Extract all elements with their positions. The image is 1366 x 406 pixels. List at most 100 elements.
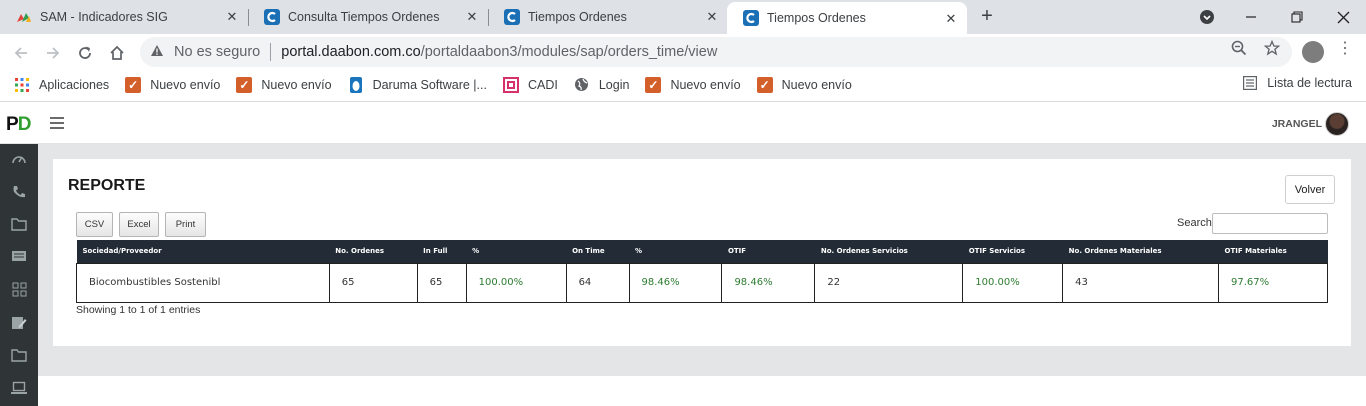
column-header[interactable]: OTIF bbox=[721, 240, 815, 263]
page-title: REPORTE bbox=[68, 177, 146, 194]
c-app-icon bbox=[743, 10, 759, 26]
table-cell: 100.00% bbox=[962, 262, 1064, 303]
globe-icon bbox=[574, 77, 590, 93]
apps-grid-icon bbox=[14, 77, 30, 93]
search-input[interactable] bbox=[1212, 213, 1328, 234]
table-row: Biocombustibles Sostenibl 65 65 100.00% … bbox=[76, 262, 1328, 303]
user-avatar[interactable] bbox=[1325, 112, 1349, 136]
daruma-icon bbox=[348, 76, 364, 93]
tab-title: Consulta Tiempos Ordenes bbox=[288, 10, 440, 24]
profile-avatar-icon[interactable] bbox=[1302, 41, 1324, 63]
restore-icon[interactable] bbox=[1274, 0, 1320, 34]
close-tab-icon[interactable]: ✕ bbox=[943, 11, 959, 27]
security-status[interactable]: No es seguro bbox=[174, 44, 260, 60]
column-header[interactable]: On Time bbox=[566, 240, 630, 263]
bookmark-item[interactable]: ✓ Nuevo envío bbox=[756, 76, 852, 93]
checkbox-icon: ✓ bbox=[125, 76, 142, 93]
column-header[interactable]: OTIF Materiales bbox=[1218, 240, 1328, 263]
table-cell: 98.46% bbox=[721, 262, 816, 303]
table-info: Showing 1 to 1 of 1 entries bbox=[76, 304, 201, 316]
bookmark-item[interactable]: ✓ Nuevo envío bbox=[645, 76, 741, 93]
bookmark-label: CADI bbox=[527, 77, 558, 92]
page-footer-area bbox=[38, 376, 1366, 406]
c-app-icon bbox=[504, 9, 520, 25]
column-header[interactable]: % bbox=[466, 240, 567, 263]
column-header[interactable]: % bbox=[629, 240, 722, 263]
folder-icon[interactable] bbox=[10, 217, 28, 235]
bookmark-label: Nuevo envío bbox=[150, 77, 221, 92]
browser-tab[interactable]: Consulta Tiempos Ordenes ✕ bbox=[248, 0, 489, 34]
search-label: Search: bbox=[1177, 217, 1215, 229]
hamburger-menu-icon[interactable] bbox=[50, 117, 64, 129]
column-header[interactable]: Sociedad/Proveedor bbox=[76, 240, 330, 263]
table-cell: 65 bbox=[328, 262, 418, 303]
warning-icon bbox=[150, 44, 166, 60]
reading-list-button[interactable]: Lista de lectura bbox=[1243, 76, 1352, 90]
table-cell: 100.00% bbox=[465, 262, 567, 303]
column-header[interactable]: No. Ordenes Materiales bbox=[1062, 240, 1219, 263]
home-icon[interactable] bbox=[104, 40, 130, 66]
bookmark-item[interactable]: ✓ Nuevo envío bbox=[236, 76, 332, 93]
table-cell: 97.67% bbox=[1218, 262, 1328, 303]
bookmark-label: Nuevo envío bbox=[781, 77, 852, 92]
tab-search-icon[interactable] bbox=[1184, 0, 1230, 34]
column-header[interactable]: OTIF Servicios bbox=[962, 240, 1063, 263]
back-button[interactable]: Volver bbox=[1285, 175, 1335, 204]
excel-button[interactable]: Excel bbox=[119, 212, 159, 237]
zoom-icon[interactable] bbox=[1230, 40, 1248, 58]
browser-tab[interactable]: Tiempos Ordenes ✕ bbox=[488, 0, 728, 34]
edit-document-icon[interactable] bbox=[10, 315, 28, 333]
bookmark-item[interactable]: CADI bbox=[502, 76, 558, 93]
address-bar[interactable]: No es seguro portal.daabon.com.co/portal… bbox=[140, 37, 1292, 67]
reload-icon[interactable] bbox=[72, 40, 98, 66]
bookmark-item[interactable]: ✓ Nuevo envío bbox=[125, 76, 221, 93]
sam-icon bbox=[16, 9, 32, 25]
divider bbox=[270, 43, 272, 61]
bookmark-apps[interactable]: Aplicaciones bbox=[14, 77, 109, 93]
url-path: /portaldaabon3/modules/sap/orders_time/v… bbox=[420, 44, 718, 60]
minimize-icon[interactable] bbox=[1228, 0, 1274, 34]
bookmark-label: Login bbox=[598, 77, 630, 92]
app-logo[interactable]: PD bbox=[6, 114, 31, 136]
table-header-row: Sociedad/Proveedor No. Ordenes In Full %… bbox=[76, 240, 1328, 263]
app-header: PD JRANGEL bbox=[0, 102, 1366, 144]
checkbox-icon: ✓ bbox=[645, 76, 662, 93]
forward-arrow-icon[interactable] bbox=[40, 40, 66, 66]
grid-icon[interactable] bbox=[10, 282, 28, 300]
tab-title: SAM - Indicadores SIG bbox=[40, 10, 168, 24]
bookmark-label: Nuevo envío bbox=[670, 77, 741, 92]
orders-table: Sociedad/Proveedor No. Ordenes In Full %… bbox=[76, 240, 1328, 303]
user-name[interactable]: JRANGEL bbox=[1272, 118, 1322, 130]
checkbox-icon: ✓ bbox=[756, 76, 773, 93]
folder-open-icon[interactable] bbox=[10, 348, 28, 366]
menu-kebab-icon[interactable]: ⋮ bbox=[1336, 40, 1354, 58]
list-card-icon[interactable] bbox=[10, 249, 28, 267]
back-arrow-icon[interactable] bbox=[8, 40, 34, 66]
tab-title: Tiempos Ordenes bbox=[767, 11, 866, 25]
close-tab-icon[interactable]: ✕ bbox=[704, 9, 720, 25]
column-header[interactable]: No. Ordenes bbox=[329, 240, 418, 263]
phone-icon[interactable] bbox=[10, 184, 28, 202]
column-header[interactable]: In Full bbox=[417, 240, 467, 263]
column-header[interactable]: No. Ordenes Servicios bbox=[814, 240, 963, 263]
browser-tab[interactable]: SAM - Indicadores SIG ✕ bbox=[0, 0, 249, 34]
bookmark-star-icon[interactable] bbox=[1263, 39, 1281, 58]
close-tab-icon[interactable]: ✕ bbox=[464, 9, 480, 25]
bookmark-item[interactable]: Daruma Software |... bbox=[348, 76, 487, 93]
close-window-icon[interactable] bbox=[1320, 0, 1366, 34]
print-button[interactable]: Print bbox=[165, 212, 206, 237]
laptop-icon[interactable] bbox=[10, 381, 28, 399]
bookmark-label: Daruma Software |... bbox=[372, 77, 487, 92]
url-text[interactable]: portal.daabon.com.co/portaldaabon3/modul… bbox=[281, 44, 717, 60]
report-card: REPORTE Volver CSV Excel Print Search: S… bbox=[53, 159, 1351, 346]
close-tab-icon[interactable]: ✕ bbox=[224, 9, 240, 25]
browser-tab-active[interactable]: Tiempos Ordenes ✕ bbox=[727, 2, 967, 34]
dashboard-gauge-icon[interactable] bbox=[10, 151, 28, 169]
table-cell: 43 bbox=[1062, 262, 1220, 303]
csv-button[interactable]: CSV bbox=[76, 212, 113, 237]
table-cell: 98.46% bbox=[628, 262, 723, 303]
tab-title: Tiempos Ordenes bbox=[528, 10, 627, 24]
bookmark-item[interactable]: Login bbox=[574, 77, 630, 93]
browser-toolbar: No es seguro portal.daabon.com.co/portal… bbox=[0, 34, 1366, 71]
new-tab-button[interactable]: + bbox=[976, 5, 998, 27]
